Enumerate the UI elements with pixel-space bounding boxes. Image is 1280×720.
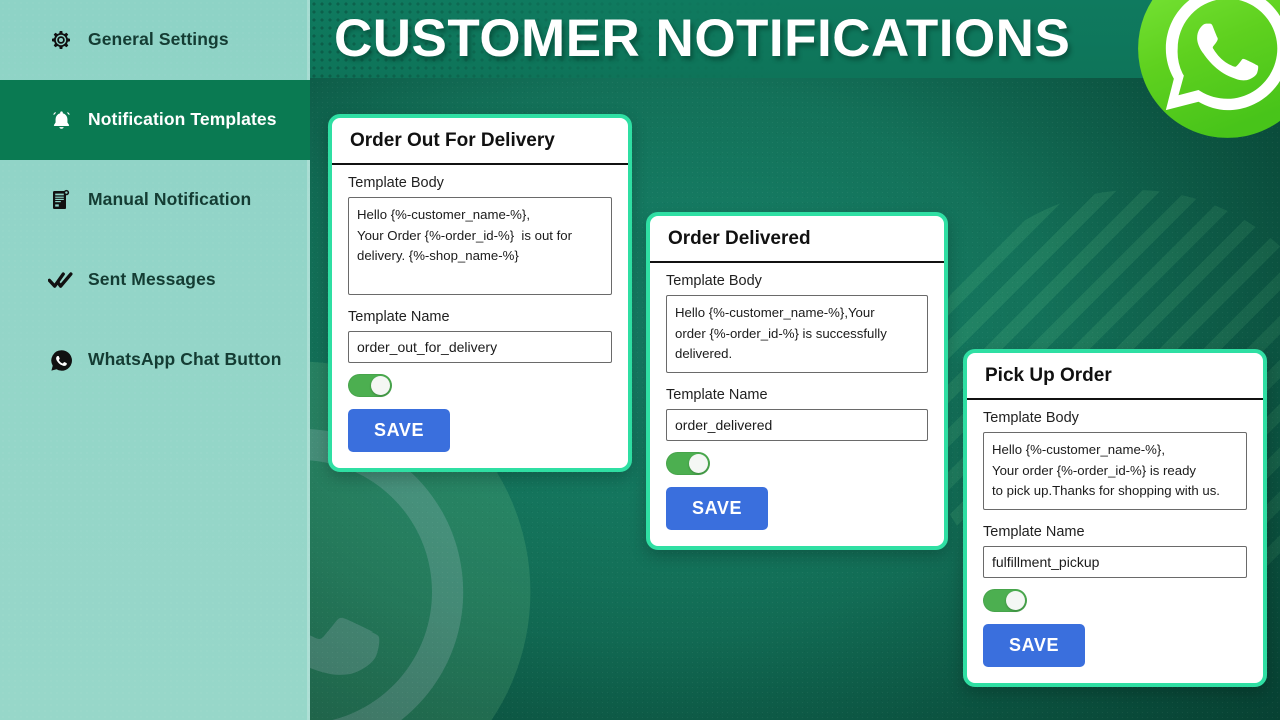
sidebar-item-general-settings[interactable]: General Settings xyxy=(0,0,310,80)
save-button[interactable]: SAVE xyxy=(666,486,769,530)
app-root: General Settings Notification Templates xyxy=(0,0,1280,720)
sidebar-item-label: Manual Notification xyxy=(88,189,252,210)
template-body-label: Template Body xyxy=(666,272,762,289)
sidebar-item-label: Notification Templates xyxy=(88,109,277,130)
whatsapp-logo-icon xyxy=(1135,0,1280,141)
template-body-label: Template Body xyxy=(348,174,444,191)
gear-icon xyxy=(48,27,74,53)
sidebar-item-manual-notification[interactable]: Manual Notification xyxy=(0,160,310,240)
sidebar-item-label: WhatsApp Chat Button xyxy=(88,349,282,370)
notification-template-card: Order Delivered Template Body Template N… xyxy=(646,212,948,550)
template-name-input[interactable] xyxy=(983,545,1247,578)
template-body-input[interactable] xyxy=(348,197,612,296)
template-body-input[interactable] xyxy=(983,432,1247,510)
template-name-label: Template Name xyxy=(666,386,768,403)
notification-template-card: Pick Up Order Template Body Template Nam… xyxy=(963,349,1267,687)
toggle-knob xyxy=(689,453,708,473)
bell-icon xyxy=(48,107,74,133)
notification-template-card: Order Out For Delivery Template Body Tem… xyxy=(328,114,632,473)
template-name-label: Template Name xyxy=(348,309,450,326)
card-body: Template Body Template Name SAVE xyxy=(967,400,1263,683)
page-title: CUSTOMER NOTIFICATIONS xyxy=(334,9,1071,68)
template-name-input[interactable] xyxy=(666,408,928,441)
template-body-input[interactable] xyxy=(666,295,928,373)
toggle-knob xyxy=(371,376,390,396)
save-button[interactable]: SAVE xyxy=(348,409,451,453)
template-enabled-toggle[interactable] xyxy=(983,588,1027,612)
toggle-knob xyxy=(1006,590,1025,610)
template-name-input[interactable] xyxy=(348,331,612,364)
sidebar-nav: General Settings Notification Templates xyxy=(0,0,310,400)
save-button[interactable]: SAVE xyxy=(983,623,1086,667)
template-enabled-toggle[interactable] xyxy=(348,374,392,398)
sidebar-item-whatsapp-chat-button[interactable]: WhatsApp Chat Button xyxy=(0,320,310,400)
sidebar-item-label: Sent Messages xyxy=(88,269,216,290)
sidebar-item-label: General Settings xyxy=(88,29,229,50)
card-title: Order Out For Delivery xyxy=(332,118,628,165)
card-body: Template Body Template Name SAVE xyxy=(332,165,628,469)
sidebar: General Settings Notification Templates xyxy=(0,0,310,720)
double-check-icon xyxy=(48,267,74,293)
sidebar-item-notification-templates[interactable]: Notification Templates xyxy=(0,80,310,160)
card-body: Template Body Template Name SAVE xyxy=(650,263,944,546)
card-title: Pick Up Order xyxy=(967,353,1263,400)
template-body-label: Template Body xyxy=(983,409,1079,426)
template-enabled-toggle[interactable] xyxy=(666,451,710,475)
sidebar-item-sent-messages[interactable]: Sent Messages xyxy=(0,240,310,320)
template-name-label: Template Name xyxy=(983,523,1085,540)
document-icon xyxy=(48,187,74,213)
whatsapp-icon xyxy=(48,347,74,373)
card-title: Order Delivered xyxy=(650,216,944,263)
